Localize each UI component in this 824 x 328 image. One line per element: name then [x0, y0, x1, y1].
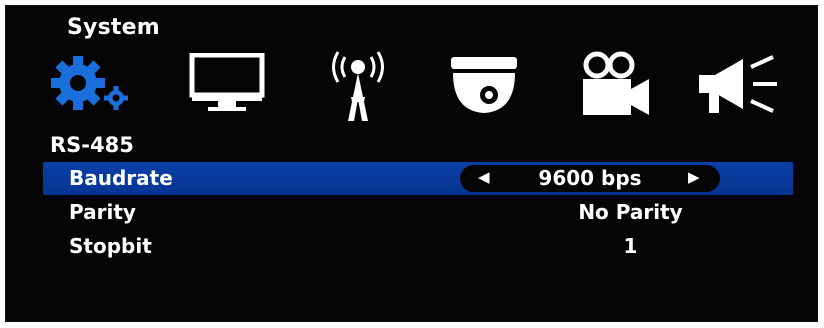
setting-label: Baudrate — [69, 166, 173, 190]
setting-row-baudrate[interactable]: Baudrate ◀ 9600 bps ▶ — [43, 162, 793, 195]
setting-row-stopbit[interactable]: Stopbit 1 — [43, 230, 793, 263]
setting-label: Stopbit — [69, 234, 152, 258]
arrow-right-icon[interactable]: ▶ — [688, 168, 700, 186]
setting-row-parity[interactable]: Parity No Parity — [43, 196, 793, 229]
arrow-left-icon[interactable]: ◀ — [478, 168, 490, 186]
setting-label: Parity — [69, 200, 136, 224]
osd-menu: System RS-485 Baudrate ◀ 9600 bps ▶ Pari… — [5, 5, 818, 322]
monitor-icon[interactable] — [188, 53, 268, 115]
value-selector[interactable]: ◀ 9600 bps ▶ — [460, 165, 720, 192]
category-icons — [5, 45, 818, 125]
gear-icon[interactable] — [48, 45, 138, 120]
setting-value: 1 — [623, 234, 638, 258]
antenna-icon[interactable] — [323, 47, 393, 123]
section-heading: RS-485 — [50, 133, 134, 157]
video-camera-icon[interactable] — [577, 49, 657, 119]
dome-camera-icon[interactable] — [445, 53, 525, 117]
menu-title: System — [67, 15, 160, 40]
setting-value: 9600 bps — [538, 166, 642, 190]
setting-value: No Parity — [578, 200, 683, 224]
megaphone-icon[interactable] — [695, 53, 795, 119]
